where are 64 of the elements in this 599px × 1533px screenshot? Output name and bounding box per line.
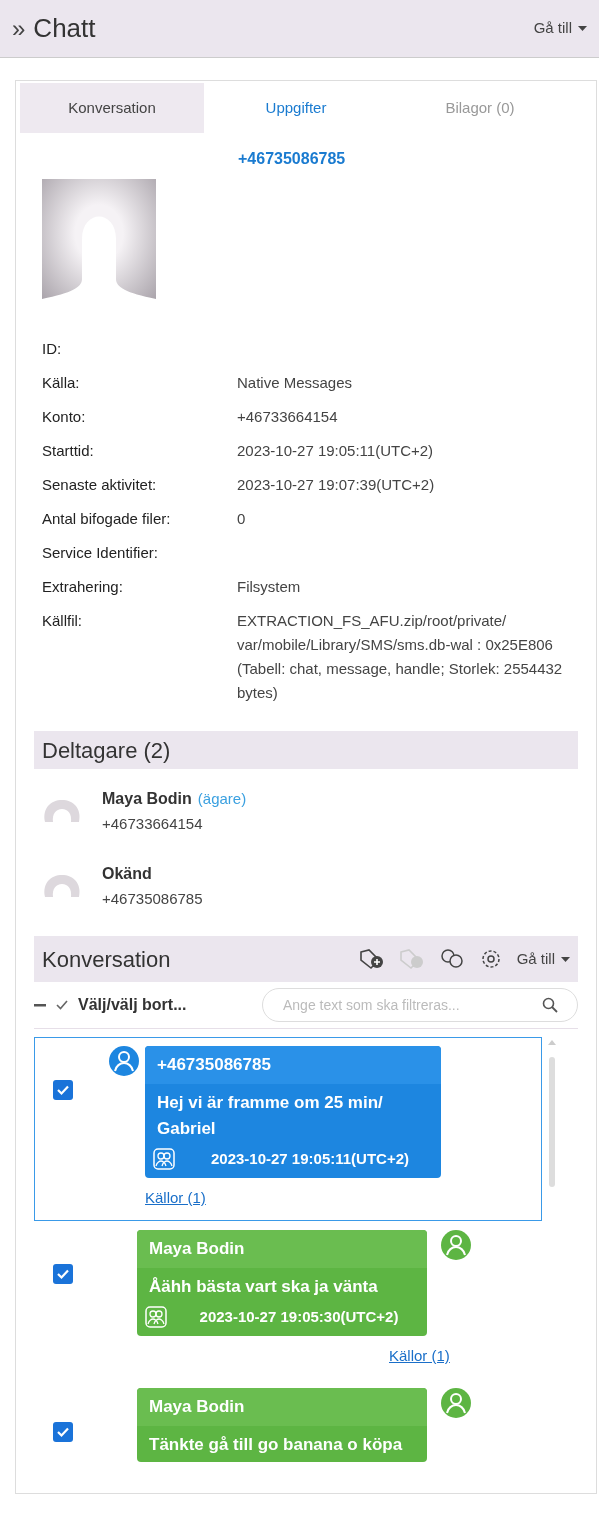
- detail-label: ID:: [42, 339, 63, 359]
- person-icon: [441, 1230, 471, 1260]
- caret-icon: [561, 956, 570, 962]
- message-row[interactable]: +46735086785 Hej vi är framme om 25 min/ Gabriel 2023-10-27 19:05:11(UTC+2) Källor (1): [34, 1037, 542, 1221]
- participant-name: Maya Bodin: [102, 789, 192, 809]
- contact-number: +46735086785: [238, 150, 346, 167]
- section-title: Deltagare (2): [42, 736, 171, 765]
- message-time: 2023-10-27 19:05:30(UTC+2): [198, 1306, 400, 1327]
- person-icon: [109, 1046, 139, 1076]
- detail-value: EXTRACTION_FS_AFU.zip/root/private/ var/mobile/Library/SMS/sms.db-wal : 0x25E806 (Tabell: chat, message, handle; Storlek: 2554432 bytes): [237, 611, 564, 703]
- detail-label: Källfil:: [42, 611, 83, 631]
- avatar-icon: [42, 872, 82, 899]
- filter-field[interactable]: Ange text som ska filtreras...: [262, 988, 578, 1022]
- detail-label: Starttid:: [42, 441, 95, 461]
- detail-label: Konto:: [42, 407, 87, 427]
- check-icon: [56, 1425, 70, 1439]
- detail-value: 2023-10-27 19:07:39(UTC+2): [237, 475, 435, 495]
- detail-value: +46733664154: [237, 407, 338, 427]
- message-text: Åähh bästa vart ska ja vänta: [149, 1276, 378, 1296]
- person-icon: [441, 1388, 471, 1418]
- detail-value: 0: [237, 509, 246, 529]
- goto-dropdown[interactable]: Gå till: [533, 17, 587, 40]
- section-title: Konversation: [42, 945, 171, 974]
- detail-value: 2023-10-27 19:05:11(UTC+2): [237, 441, 434, 461]
- message-text: Hej vi är framme om 25 min/ Gabriel: [157, 1092, 383, 1138]
- check-icon: [56, 1083, 70, 1097]
- participant-role: (ägare): [197, 789, 247, 809]
- goto-dropdown[interactable]: Gå till: [516, 947, 570, 971]
- message-row[interactable]: Maya Bodin Åähh bästa vart ska ja vänta 2023-10-27 19:05:30(UTC+2) Källor (1): [34, 1221, 542, 1379]
- message-sender: +46735086785: [157, 1055, 271, 1074]
- panel-title: Chatt: [33, 12, 96, 45]
- search-icon: [542, 997, 558, 1013]
- check-icon[interactable]: [56, 1000, 68, 1010]
- detail-value: Filsystem: [237, 577, 301, 597]
- select-toggle[interactable]: Välj/välj bort...: [78, 993, 187, 1017]
- detail-value: Native Messages: [237, 373, 353, 393]
- checkbox[interactable]: [53, 1422, 73, 1442]
- detail-label: Service Identifier:: [42, 543, 159, 563]
- participant-phone: +46733664154: [102, 814, 204, 834]
- detail-label: Senaste aktivitet:: [42, 475, 158, 495]
- message-sender: Maya Bodin: [149, 1239, 245, 1258]
- expand-button[interactable]: »: [12, 10, 26, 47]
- detail-label: Extrahering:: [42, 577, 124, 597]
- tab[interactable]: Uppgifter: [204, 83, 388, 133]
- caret-icon: [578, 26, 587, 31]
- participant-phone: +46735086785: [102, 888, 203, 909]
- sources-link[interactable]: Källor (1): [389, 1347, 450, 1364]
- checkbox[interactable]: [53, 1080, 73, 1100]
- check-icon: [56, 1267, 70, 1281]
- avatar-icon: [42, 798, 82, 825]
- people-icon: [145, 1305, 167, 1328]
- participant-name: Okänd: [102, 863, 152, 884]
- collapse-icon[interactable]: [34, 1003, 46, 1007]
- tab[interactable]: Konversation: [20, 83, 204, 133]
- message-sender: Maya Bodin: [149, 1397, 245, 1416]
- chat-icon[interactable]: [438, 948, 465, 970]
- people-icon: [153, 1147, 175, 1170]
- checkbox[interactable]: [53, 1264, 73, 1284]
- detail-label: Antal bifogade filer:: [42, 509, 172, 529]
- sources-link[interactable]: Källor (1): [145, 1189, 206, 1206]
- message-time: 2023-10-27 19:05:11(UTC+2): [209, 1148, 410, 1169]
- tag-add-icon[interactable]: [358, 948, 385, 970]
- detail-label: Källa:: [42, 373, 81, 393]
- message-text: Tänkte gå till go banana o köpa: [149, 1434, 403, 1454]
